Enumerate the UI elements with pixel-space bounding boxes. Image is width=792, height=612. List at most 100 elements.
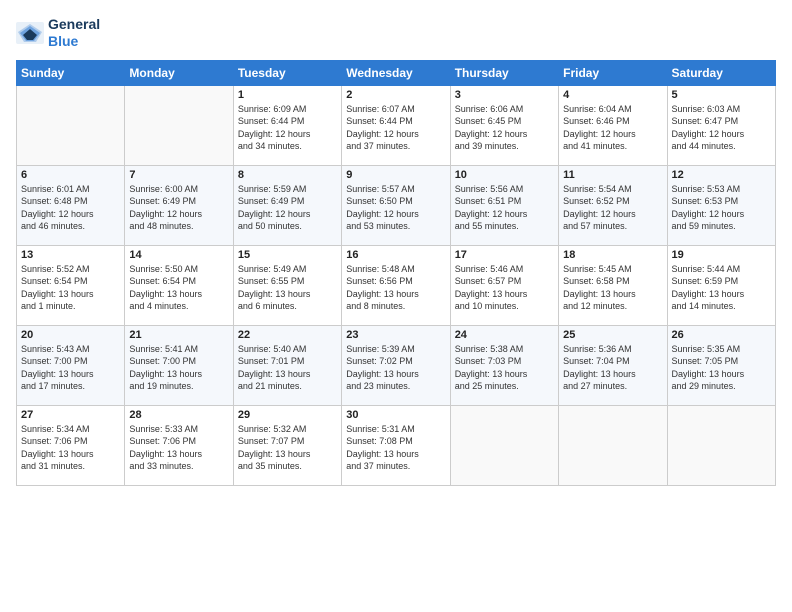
cell-info: Sunrise: 5:56 AMSunset: 6:51 PMDaylight:… [455, 183, 554, 233]
cell-info: Sunrise: 5:38 AMSunset: 7:03 PMDaylight:… [455, 343, 554, 393]
header-row: SundayMondayTuesdayWednesdayThursdayFrid… [17, 60, 776, 85]
day-number: 10 [455, 169, 554, 181]
cell-info: Sunrise: 6:01 AMSunset: 6:48 PMDaylight:… [21, 183, 120, 233]
cell-info: Sunrise: 5:45 AMSunset: 6:58 PMDaylight:… [563, 263, 662, 313]
day-number: 27 [21, 409, 120, 421]
cell-info: Sunrise: 5:41 AMSunset: 7:00 PMDaylight:… [129, 343, 228, 393]
day-number: 24 [455, 329, 554, 341]
cell-info: Sunrise: 5:53 AMSunset: 6:53 PMDaylight:… [672, 183, 771, 233]
calendar-cell: 26 Sunrise: 5:35 AMSunset: 7:05 PMDayligh… [667, 325, 775, 405]
day-number: 4 [563, 89, 662, 101]
cell-info: Sunrise: 5:39 AMSunset: 7:02 PMDaylight:… [346, 343, 445, 393]
day-number: 11 [563, 169, 662, 181]
cell-info: Sunrise: 6:03 AMSunset: 6:47 PMDaylight:… [672, 103, 771, 153]
day-number: 7 [129, 169, 228, 181]
calendar-cell: 17 Sunrise: 5:46 AMSunset: 6:57 PMDayligh… [450, 245, 558, 325]
calendar-cell: 4Sunrise: 6:04 AMSunset: 6:46 PMDaylight… [559, 85, 667, 165]
cell-info: Sunrise: 5:31 AMSunset: 7:08 PMDaylight:… [346, 423, 445, 473]
day-number: 17 [455, 249, 554, 261]
cell-info: Sunrise: 6:00 AMSunset: 6:49 PMDaylight:… [129, 183, 228, 233]
calendar-cell: 27 Sunrise: 5:34 AMSunset: 7:06 PMDayligh… [17, 405, 125, 485]
calendar-cell: 11Sunrise: 5:54 AMSunset: 6:52 PMDayligh… [559, 165, 667, 245]
calendar-cell: 25 Sunrise: 5:36 AMSunset: 7:04 PMDayligh… [559, 325, 667, 405]
day-number: 2 [346, 89, 445, 101]
day-number: 30 [346, 409, 445, 421]
day-header-thursday: Thursday [450, 60, 558, 85]
calendar-cell: 15 Sunrise: 5:49 AMSunset: 6:55 PMDayligh… [233, 245, 341, 325]
cell-info: Sunrise: 5:35 AMSunset: 7:05 PMDaylight:… [672, 343, 771, 393]
cell-info: Sunrise: 6:07 AMSunset: 6:44 PMDaylight:… [346, 103, 445, 153]
week-row-1: 1Sunrise: 6:09 AMSunset: 6:44 PMDaylight… [17, 85, 776, 165]
cell-info: Sunrise: 5:44 AMSunset: 6:59 PMDaylight:… [672, 263, 771, 313]
day-number: 16 [346, 249, 445, 261]
cell-info: Sunrise: 5:52 AMSunset: 6:54 PMDaylight:… [21, 263, 120, 313]
cell-info: Sunrise: 5:34 AMSunset: 7:06 PMDaylight:… [21, 423, 120, 473]
cell-info: Sunrise: 5:57 AMSunset: 6:50 PMDaylight:… [346, 183, 445, 233]
day-number: 23 [346, 329, 445, 341]
day-number: 3 [455, 89, 554, 101]
day-number: 15 [238, 249, 337, 261]
calendar-cell: 18 Sunrise: 5:45 AMSunset: 6:58 PMDayligh… [559, 245, 667, 325]
day-number: 18 [563, 249, 662, 261]
day-number: 25 [563, 329, 662, 341]
calendar-cell: 1Sunrise: 6:09 AMSunset: 6:44 PMDaylight… [233, 85, 341, 165]
page-header: General Blue [16, 16, 776, 50]
day-number: 28 [129, 409, 228, 421]
day-number: 20 [21, 329, 120, 341]
week-row-3: 13 Sunrise: 5:52 AMSunset: 6:54 PMDayligh… [17, 245, 776, 325]
day-number: 22 [238, 329, 337, 341]
calendar-cell: 16 Sunrise: 5:48 AMSunset: 6:56 PMDayligh… [342, 245, 450, 325]
calendar-cell: 23 Sunrise: 5:39 AMSunset: 7:02 PMDayligh… [342, 325, 450, 405]
calendar-cell [125, 85, 233, 165]
day-header-friday: Friday [559, 60, 667, 85]
day-number: 29 [238, 409, 337, 421]
calendar-cell [559, 405, 667, 485]
cell-info: Sunrise: 5:32 AMSunset: 7:07 PMDaylight:… [238, 423, 337, 473]
calendar-cell: 24 Sunrise: 5:38 AMSunset: 7:03 PMDayligh… [450, 325, 558, 405]
cell-info: Sunrise: 5:49 AMSunset: 6:55 PMDaylight:… [238, 263, 337, 313]
cell-info: Sunrise: 5:46 AMSunset: 6:57 PMDaylight:… [455, 263, 554, 313]
cell-info: Sunrise: 5:48 AMSunset: 6:56 PMDaylight:… [346, 263, 445, 313]
calendar-cell: 10 Sunrise: 5:56 AMSunset: 6:51 PMDayligh… [450, 165, 558, 245]
day-number: 13 [21, 249, 120, 261]
day-number: 26 [672, 329, 771, 341]
day-number: 19 [672, 249, 771, 261]
calendar-cell: 28 Sunrise: 5:33 AMSunset: 7:06 PMDayligh… [125, 405, 233, 485]
calendar-cell [450, 405, 558, 485]
day-number: 1 [238, 89, 337, 101]
day-header-monday: Monday [125, 60, 233, 85]
logo: General Blue [16, 16, 100, 50]
calendar-cell: 9 Sunrise: 5:57 AMSunset: 6:50 PMDaylight… [342, 165, 450, 245]
day-number: 12 [672, 169, 771, 181]
day-header-sunday: Sunday [17, 60, 125, 85]
day-header-saturday: Saturday [667, 60, 775, 85]
cell-info: Sunrise: 5:59 AMSunset: 6:49 PMDaylight:… [238, 183, 337, 233]
cell-info: Sunrise: 6:06 AMSunset: 6:45 PMDaylight:… [455, 103, 554, 153]
week-row-2: 6Sunrise: 6:01 AMSunset: 6:48 PMDaylight… [17, 165, 776, 245]
calendar-cell: 20Sunrise: 5:43 AMSunset: 7:00 PMDayligh… [17, 325, 125, 405]
cell-info: Sunrise: 5:33 AMSunset: 7:06 PMDaylight:… [129, 423, 228, 473]
cell-info: Sunrise: 5:36 AMSunset: 7:04 PMDaylight:… [563, 343, 662, 393]
calendar-cell: 12 Sunrise: 5:53 AMSunset: 6:53 PMDayligh… [667, 165, 775, 245]
calendar-cell: 29 Sunrise: 5:32 AMSunset: 7:07 PMDayligh… [233, 405, 341, 485]
calendar-cell: 3 Sunrise: 6:06 AMSunset: 6:45 PMDaylight… [450, 85, 558, 165]
day-header-wednesday: Wednesday [342, 60, 450, 85]
logo-text: General Blue [48, 16, 100, 50]
day-number: 5 [672, 89, 771, 101]
calendar-cell: 6Sunrise: 6:01 AMSunset: 6:48 PMDaylight… [17, 165, 125, 245]
calendar-cell: 22 Sunrise: 5:40 AMSunset: 7:01 PMDayligh… [233, 325, 341, 405]
day-number: 21 [129, 329, 228, 341]
day-header-tuesday: Tuesday [233, 60, 341, 85]
calendar-cell: 13 Sunrise: 5:52 AMSunset: 6:54 PMDayligh… [17, 245, 125, 325]
calendar-cell: 5 Sunrise: 6:03 AMSunset: 6:47 PMDaylight… [667, 85, 775, 165]
cell-info: Sunrise: 5:40 AMSunset: 7:01 PMDaylight:… [238, 343, 337, 393]
calendar-cell: 2 Sunrise: 6:07 AMSunset: 6:44 PMDaylight… [342, 85, 450, 165]
week-row-4: 20Sunrise: 5:43 AMSunset: 7:00 PMDayligh… [17, 325, 776, 405]
calendar-cell [667, 405, 775, 485]
calendar-cell: 8Sunrise: 5:59 AMSunset: 6:49 PMDaylight… [233, 165, 341, 245]
calendar-cell: 14Sunrise: 5:50 AMSunset: 6:54 PMDayligh… [125, 245, 233, 325]
day-number: 9 [346, 169, 445, 181]
calendar-cell: 7 Sunrise: 6:00 AMSunset: 6:49 PMDaylight… [125, 165, 233, 245]
calendar-cell [17, 85, 125, 165]
week-row-5: 27 Sunrise: 5:34 AMSunset: 7:06 PMDayligh… [17, 405, 776, 485]
